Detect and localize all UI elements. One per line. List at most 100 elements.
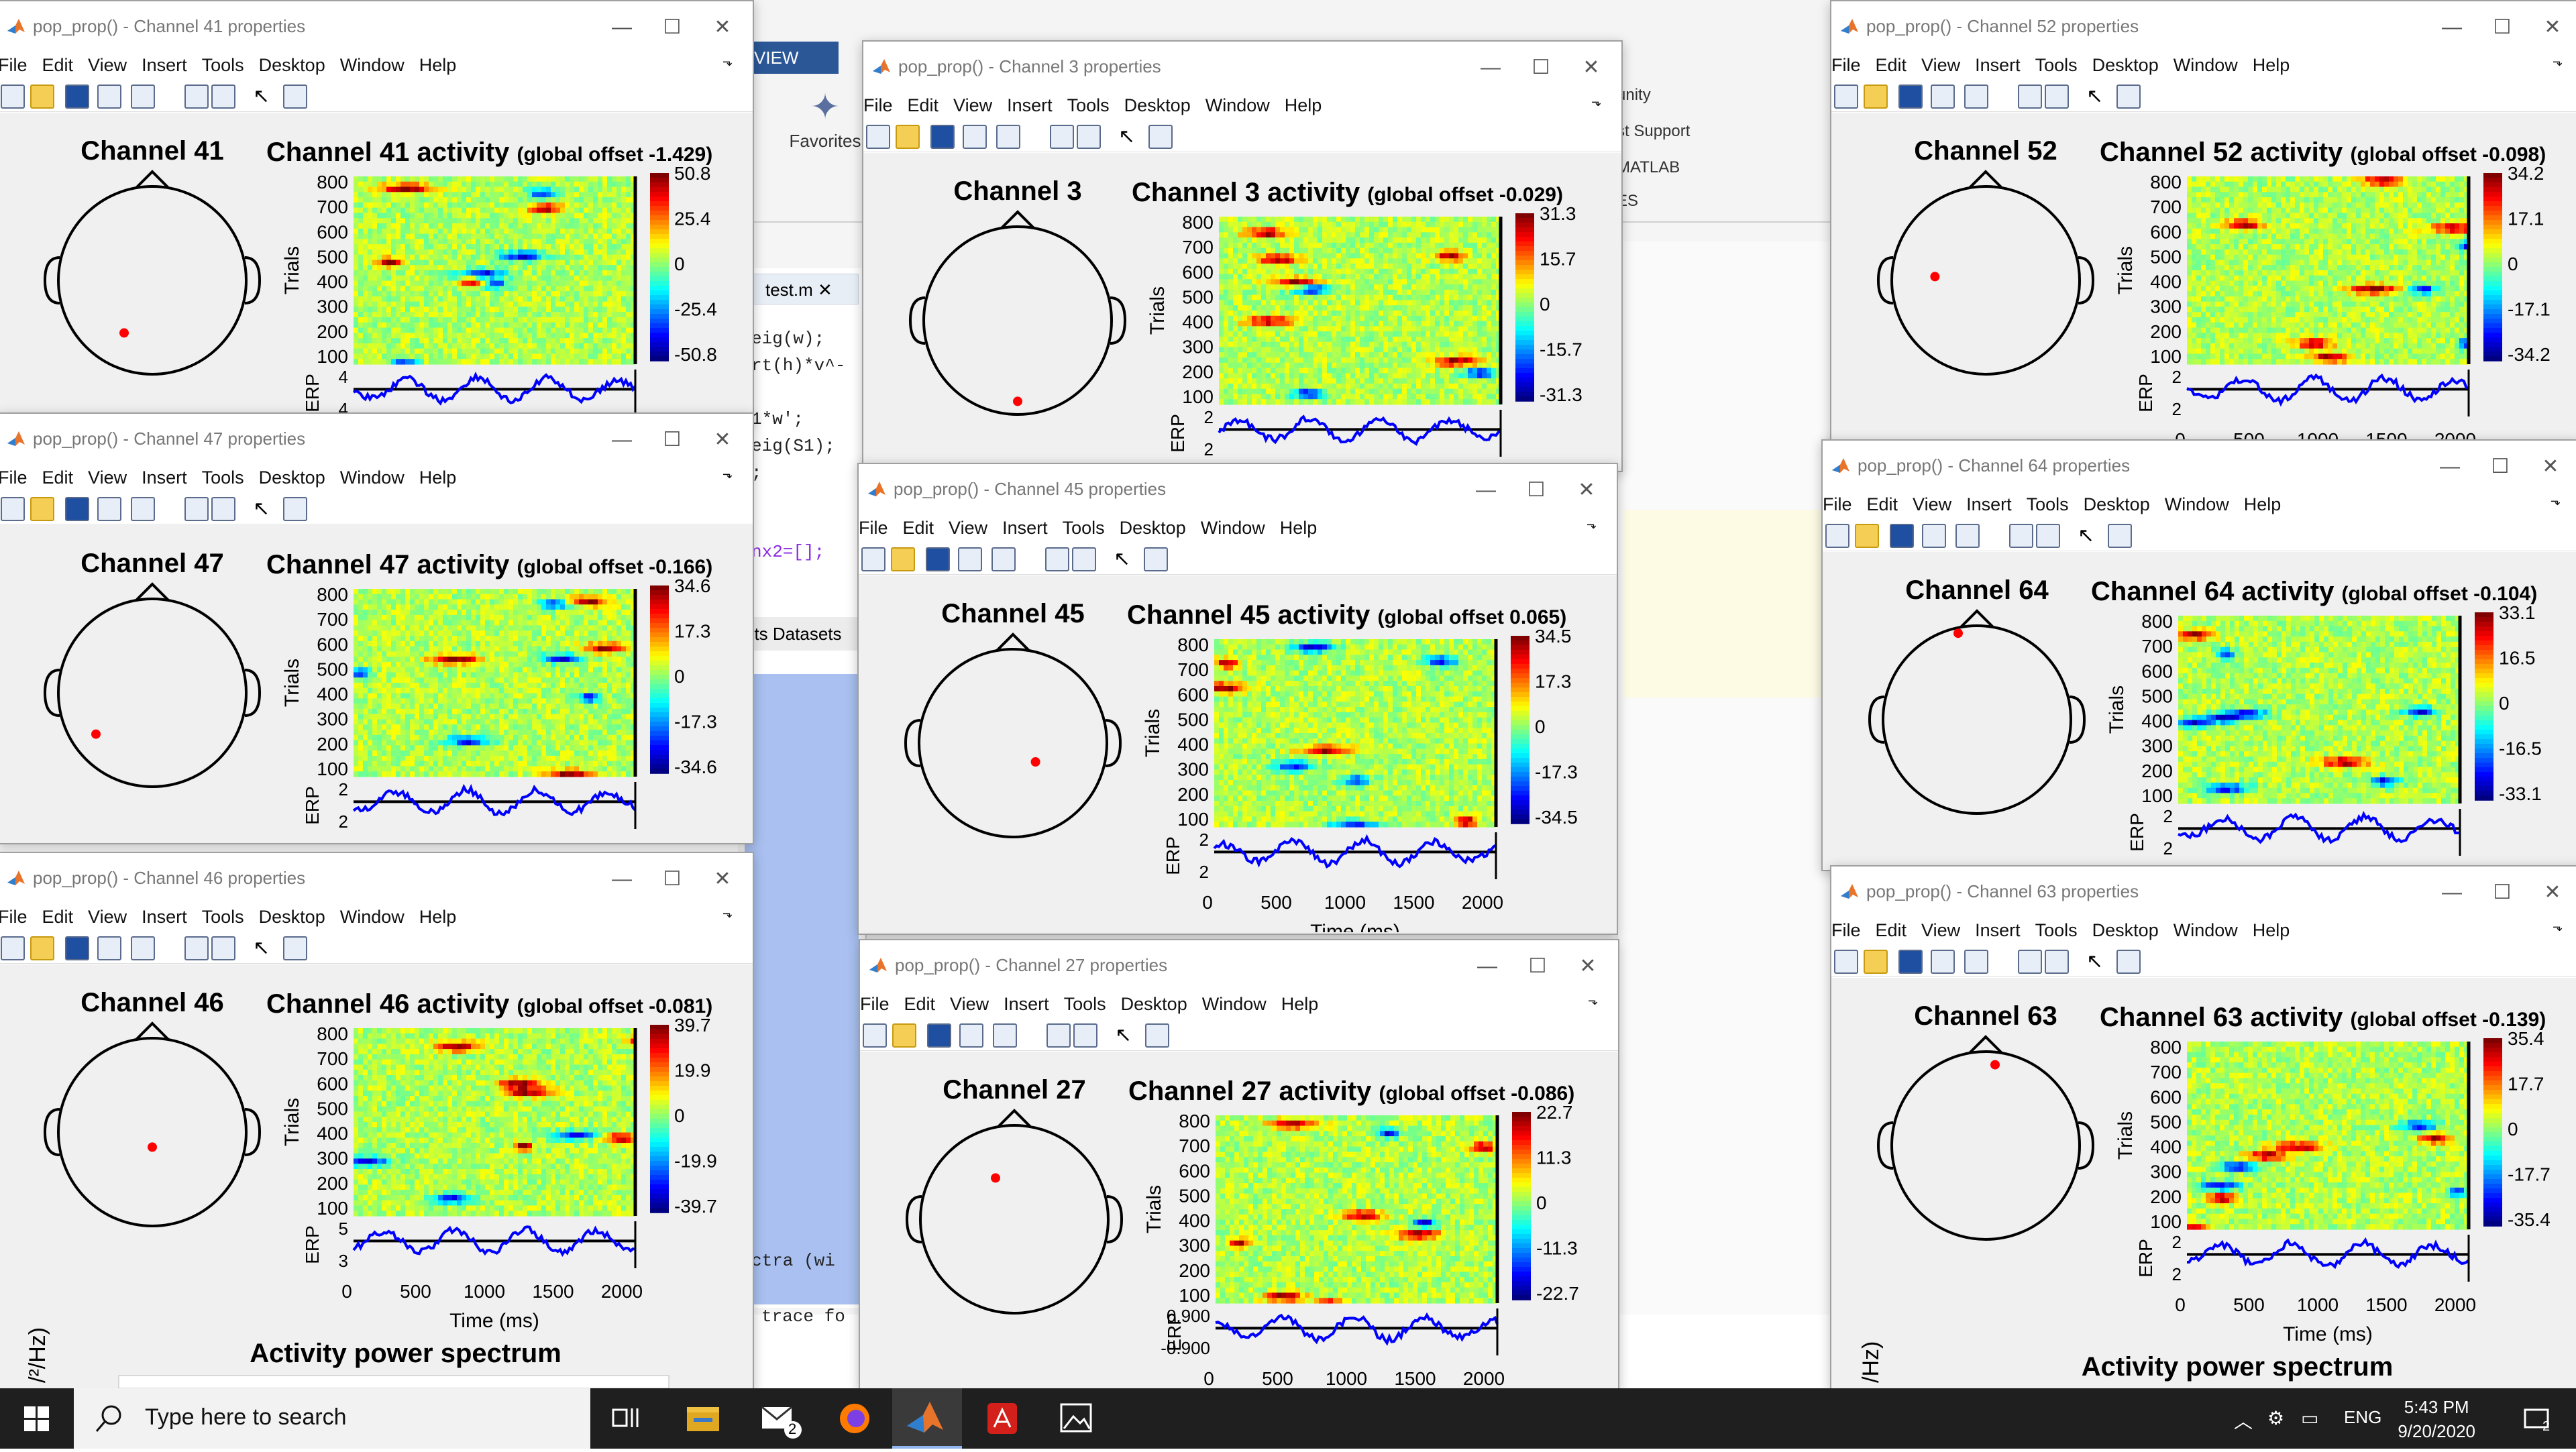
- open-file-icon[interactable]: [891, 547, 915, 571]
- menu-window[interactable]: Window: [1201, 518, 1265, 538]
- dock-arrow-icon[interactable]: ⬎: [722, 467, 733, 482]
- close-button[interactable]: ✕: [1564, 950, 1611, 983]
- legend-icon[interactable]: [211, 85, 235, 109]
- close-button[interactable]: ✕: [1568, 51, 1615, 85]
- save-icon[interactable]: [1898, 950, 1923, 974]
- colorbar-icon[interactable]: [1045, 547, 1069, 571]
- menu-file[interactable]: File: [0, 467, 28, 488]
- menu-window[interactable]: Window: [2174, 55, 2238, 75]
- menu-window[interactable]: Window: [1202, 994, 1267, 1014]
- menu-window[interactable]: Window: [2165, 494, 2229, 514]
- save-icon[interactable]: [65, 497, 89, 521]
- figure-window-ch45[interactable]: pop_prop() - Channel 45 properties—☐✕Fil…: [857, 463, 1618, 935]
- minimize-button[interactable]: —: [2426, 450, 2473, 484]
- property-editor-icon[interactable]: [2108, 524, 2132, 548]
- menu-edit[interactable]: Edit: [903, 518, 934, 538]
- menu-tools[interactable]: Tools: [2035, 920, 2078, 940]
- menu-file[interactable]: File: [0, 55, 28, 75]
- new-figure-icon[interactable]: [1834, 85, 1858, 109]
- print-preview-icon[interactable]: [131, 936, 155, 960]
- legend-icon[interactable]: [1073, 1023, 1097, 1048]
- print-preview-icon[interactable]: [1964, 950, 1988, 974]
- menu-file[interactable]: File: [0, 907, 28, 927]
- save-icon[interactable]: [927, 1023, 951, 1048]
- menu-view[interactable]: View: [1921, 55, 1960, 75]
- menu-window[interactable]: Window: [340, 907, 405, 927]
- menu-file[interactable]: File: [859, 518, 888, 538]
- figure-window-ch46[interactable]: pop_prop() - Channel 46 properties—☐✕Fil…: [0, 852, 754, 1391]
- menu-desktop[interactable]: Desktop: [1120, 518, 1186, 538]
- print-icon[interactable]: [959, 1023, 983, 1048]
- menu-tools[interactable]: Tools: [202, 55, 244, 75]
- colorbar-icon[interactable]: [2009, 524, 2033, 548]
- new-figure-icon[interactable]: [1834, 950, 1858, 974]
- minimize-button[interactable]: —: [598, 423, 645, 457]
- menu-help[interactable]: Help: [2253, 920, 2290, 940]
- menu-view[interactable]: View: [1913, 494, 1951, 514]
- datasets-label[interactable]: ets Datasets: [745, 617, 859, 651]
- print-preview-icon[interactable]: [991, 547, 1016, 571]
- open-file-icon[interactable]: [1864, 85, 1888, 109]
- menu-file[interactable]: File: [863, 95, 893, 115]
- menu-edit[interactable]: Edit: [1876, 920, 1907, 940]
- maximize-button[interactable]: ☐: [2477, 450, 2524, 484]
- colorbar-icon[interactable]: [1046, 1023, 1071, 1048]
- menu-tools[interactable]: Tools: [1064, 994, 1106, 1014]
- legend-icon[interactable]: [1077, 125, 1101, 149]
- firefox-button[interactable]: [820, 1388, 890, 1449]
- colorbar-icon[interactable]: [2018, 85, 2042, 109]
- new-figure-icon[interactable]: [863, 1023, 887, 1048]
- open-file-icon[interactable]: [896, 125, 920, 149]
- ribbon-tab-view[interactable]: VIEW: [745, 42, 839, 74]
- figure-window-ch3[interactable]: pop_prop() - Channel 3 properties—☐✕File…: [862, 40, 1623, 472]
- photos-button[interactable]: [1041, 1388, 1111, 1449]
- close-button[interactable]: ✕: [2529, 11, 2576, 44]
- open-file-icon[interactable]: [30, 497, 54, 521]
- menu-insert[interactable]: Insert: [1975, 55, 2021, 75]
- print-preview-icon[interactable]: [996, 125, 1020, 149]
- menu-view[interactable]: View: [949, 518, 987, 538]
- print-icon[interactable]: [1931, 950, 1955, 974]
- title-bar[interactable]: pop_prop() - Channel 27 properties—☐✕: [860, 940, 1618, 994]
- maximize-button[interactable]: ☐: [1514, 950, 1561, 983]
- dock-arrow-icon[interactable]: ⬎: [1588, 994, 1598, 1008]
- menu-edit[interactable]: Edit: [1867, 494, 1898, 514]
- legend-icon[interactable]: [1072, 547, 1096, 571]
- title-bar[interactable]: pop_prop() - Channel 52 properties—☐✕: [1831, 1, 2576, 55]
- acrobat-button[interactable]: [967, 1388, 1037, 1449]
- menu-view[interactable]: View: [953, 95, 992, 115]
- open-file-icon[interactable]: [1864, 950, 1888, 974]
- figure-window-ch47[interactable]: pop_prop() - Channel 47 properties—☐✕Fil…: [0, 412, 754, 844]
- matlab-taskbar-button[interactable]: [892, 1388, 962, 1449]
- maximize-button[interactable]: ☐: [649, 862, 696, 896]
- menu-help[interactable]: Help: [419, 55, 457, 75]
- new-figure-icon[interactable]: [1825, 524, 1849, 548]
- dock-arrow-icon[interactable]: ⬎: [722, 55, 733, 69]
- minimize-button[interactable]: —: [1467, 51, 1514, 85]
- menu-edit[interactable]: Edit: [42, 907, 74, 927]
- property-editor-icon[interactable]: [1145, 1023, 1169, 1048]
- dock-arrow-icon[interactable]: ⬎: [1587, 518, 1597, 532]
- menu-insert[interactable]: Insert: [1975, 920, 2021, 940]
- menu-help[interactable]: Help: [1280, 518, 1318, 538]
- print-icon[interactable]: [97, 936, 121, 960]
- title-bar[interactable]: pop_prop() - Channel 64 properties—☐✕: [1823, 441, 2576, 494]
- title-bar[interactable]: pop_prop() - Channel 47 properties—☐✕: [0, 414, 753, 467]
- notifications-icon[interactable]: 2: [2522, 1407, 2553, 1439]
- pointer-icon[interactable]: ↖: [1115, 1023, 1136, 1045]
- pointer-icon[interactable]: ↖: [2086, 950, 2108, 971]
- open-file-icon[interactable]: [892, 1023, 916, 1048]
- menu-help[interactable]: Help: [1281, 994, 1319, 1014]
- menu-tools[interactable]: Tools: [202, 907, 244, 927]
- menu-help[interactable]: Help: [419, 467, 457, 488]
- pointer-icon[interactable]: ↖: [253, 85, 274, 106]
- print-preview-icon[interactable]: [1955, 524, 1980, 548]
- menu-desktop[interactable]: Desktop: [259, 55, 325, 75]
- menu-file[interactable]: File: [1823, 494, 1852, 514]
- new-figure-icon[interactable]: [1, 85, 25, 109]
- menu-edit[interactable]: Edit: [904, 994, 936, 1014]
- print-icon[interactable]: [97, 497, 121, 521]
- print-icon[interactable]: [958, 547, 982, 571]
- menu-tools[interactable]: Tools: [2027, 494, 2069, 514]
- menu-view[interactable]: View: [88, 467, 127, 488]
